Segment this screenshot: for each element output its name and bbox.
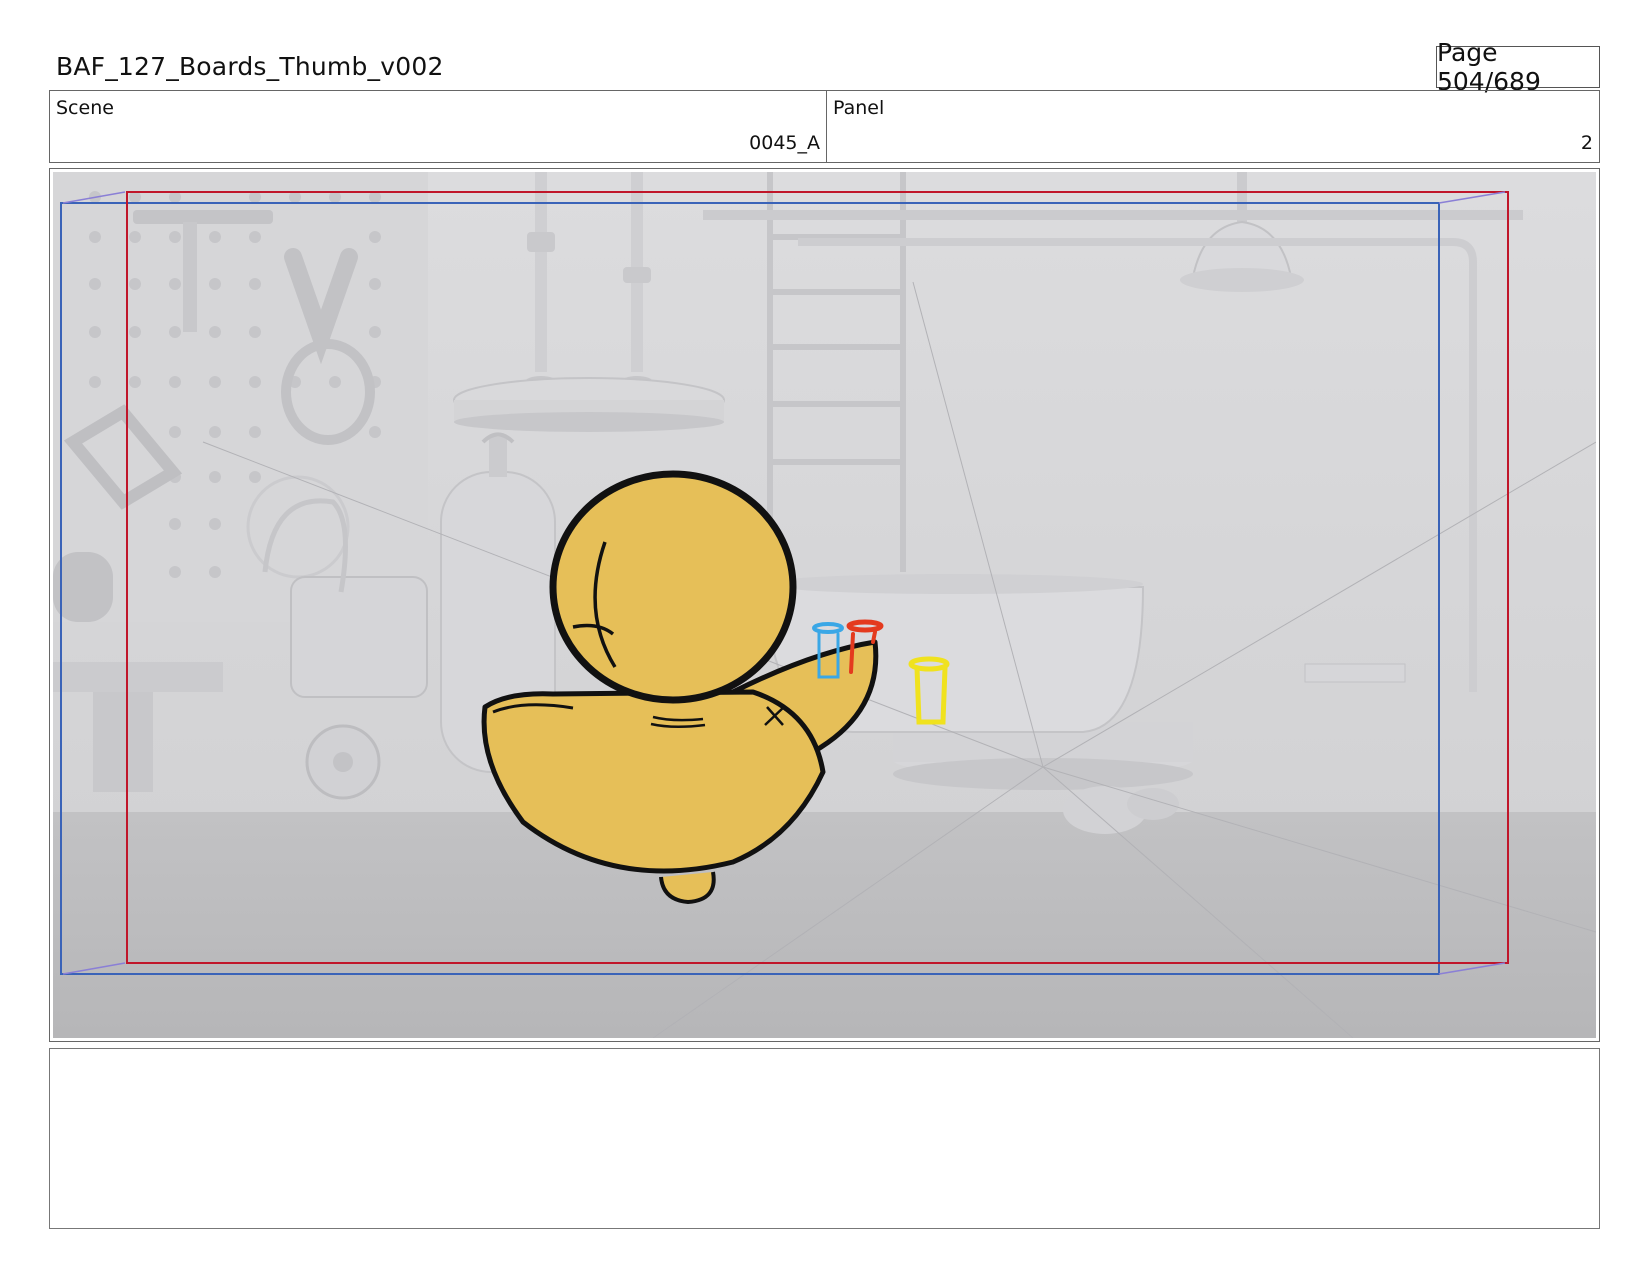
scene-value: 0045_A xyxy=(749,132,820,154)
storyboard-frame xyxy=(49,168,1600,1042)
storyboard-drawing xyxy=(53,172,1596,1038)
scene-panel-header: Scene 0045_A Panel 2 xyxy=(49,90,1600,163)
wall-shelf xyxy=(703,210,1523,220)
panel-value: 2 xyxy=(1580,132,1593,154)
scene-label: Scene xyxy=(56,97,114,119)
page-number: Page 504/689 xyxy=(1436,38,1600,96)
background-set xyxy=(53,172,1596,1038)
document-title: BAF_127_Boards_Thumb_v002 xyxy=(56,52,444,81)
panel-notes[interactable] xyxy=(49,1048,1600,1229)
panel-cell: Panel 2 xyxy=(827,91,1599,162)
pegboard xyxy=(53,172,428,622)
scene-cell: Scene 0045_A xyxy=(50,91,827,162)
panel-label: Panel xyxy=(833,97,885,119)
